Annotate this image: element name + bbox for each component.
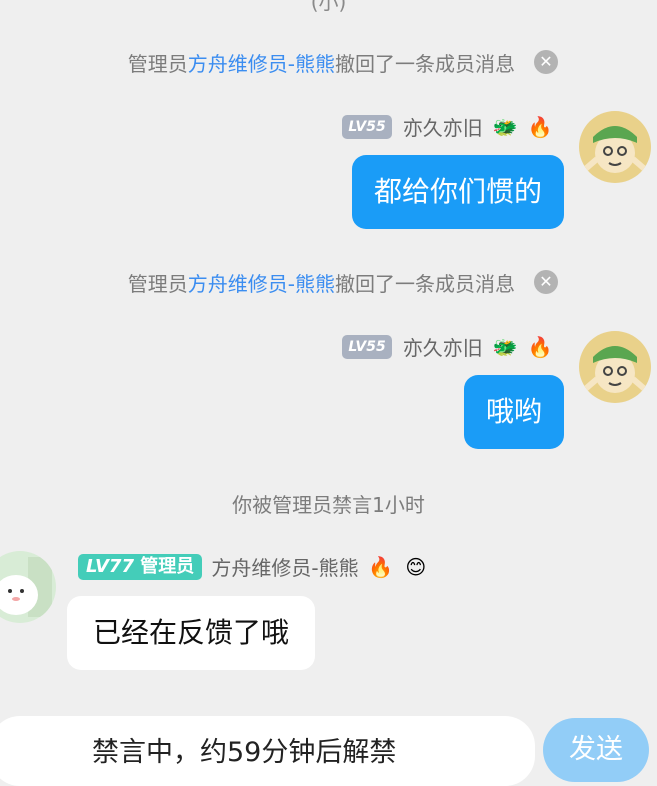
admin-name-link[interactable]: 方舟维修员-熊熊 xyxy=(188,52,335,76)
dragon-icon: 🐲 xyxy=(492,334,518,359)
sender-meta-2: LV55 亦久亦旧 🐲 🔥 xyxy=(342,332,553,362)
recall-suffix: 撤回了一条成员消息 xyxy=(335,52,515,76)
close-icon[interactable]: ✕ xyxy=(534,270,558,294)
recall-notice-2: 管理员方舟维修员-熊熊撤回了一条成员消息 ✕ xyxy=(0,262,657,302)
recall-notice-1: 管理员方舟维修员-熊熊撤回了一条成员消息 ✕ xyxy=(0,42,657,82)
level-badge: LV77 xyxy=(86,555,134,577)
admin-tag: LV77 管理员 xyxy=(78,553,203,580)
incoming-sender-meta: LV77 管理员 方舟维修员-熊熊 🔥 😊 xyxy=(78,552,429,582)
avatar[interactable] xyxy=(579,331,651,403)
close-icon[interactable]: ✕ xyxy=(534,50,558,74)
sender-name[interactable]: 亦久亦旧 xyxy=(403,332,483,361)
mute-notice: 你被管理员禁言1小时 xyxy=(232,493,425,517)
sender-name[interactable]: 方舟维修员-熊熊 xyxy=(211,552,358,581)
mute-countdown-text: 禁言中，约59分钟后解禁 xyxy=(92,737,397,768)
avatar[interactable] xyxy=(0,551,56,623)
level-badge: LV55 xyxy=(342,114,392,139)
sender-name[interactable]: 亦久亦旧 xyxy=(403,112,483,141)
sender-meta-1: LV55 亦久亦旧 🐲 🔥 xyxy=(342,112,553,142)
previous-message-fragment: (小) xyxy=(310,0,347,14)
input-bar: 禁言中，约59分钟后解禁 发送 xyxy=(0,702,657,786)
message-bubble-outgoing[interactable]: 哦哟 xyxy=(463,375,564,449)
smile-icon: 😊 xyxy=(405,554,427,579)
avatar[interactable] xyxy=(579,111,651,183)
fire-icon: 🔥 xyxy=(368,554,394,579)
role-label: 管理员 xyxy=(140,555,195,577)
dragon-icon: 🐲 xyxy=(492,114,518,139)
fire-icon: 🔥 xyxy=(527,114,553,139)
recall-prefix: 管理员 xyxy=(127,272,188,296)
message-bubble-incoming[interactable]: 已经在反馈了哦 xyxy=(67,596,316,670)
admin-name-link[interactable]: 方舟维修员-熊熊 xyxy=(188,272,335,296)
recall-suffix: 撤回了一条成员消息 xyxy=(335,272,515,296)
send-button[interactable]: 发送 xyxy=(543,718,649,782)
level-badge: LV55 xyxy=(342,334,392,359)
recall-prefix: 管理员 xyxy=(127,52,188,76)
fire-icon: 🔥 xyxy=(527,334,553,359)
message-bubble-outgoing[interactable]: 都给你们惯的 xyxy=(351,155,564,229)
